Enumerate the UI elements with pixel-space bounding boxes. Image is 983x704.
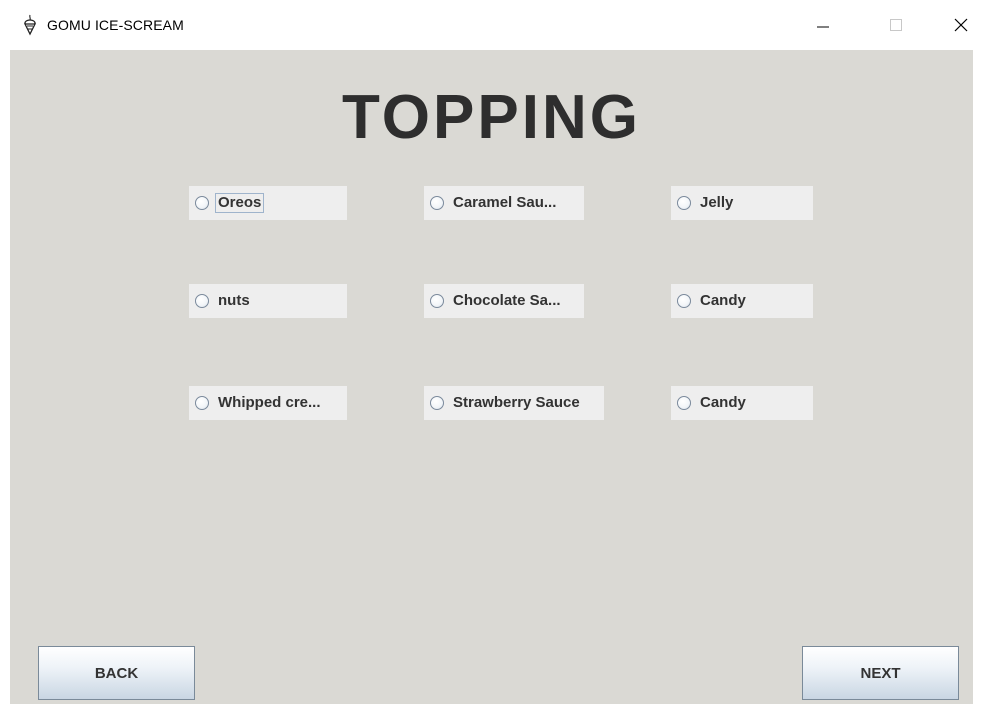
option-label: Chocolate Sa... (453, 292, 561, 309)
option-label: Whipped cre... (218, 394, 321, 411)
option-label: Caramel Sau... (453, 194, 557, 211)
back-button[interactable]: BACK (38, 646, 195, 700)
topping-option-strawberry-sauce[interactable]: Strawberry Sauce (424, 386, 604, 420)
maximize-button[interactable] (873, 0, 919, 50)
next-button[interactable]: NEXT (802, 646, 959, 700)
option-label: Candy (700, 394, 746, 411)
topping-option-oreos[interactable]: Oreos (189, 186, 347, 220)
close-button[interactable] (938, 0, 983, 50)
radio-button[interactable] (195, 294, 209, 308)
ice-cream-icon (22, 14, 38, 36)
topping-option-chocolate-sauce[interactable]: Chocolate Sa... (424, 284, 584, 318)
option-label: Candy (700, 292, 746, 309)
topping-panel: TOPPING Oreos Caramel Sau... Jelly nuts … (10, 50, 973, 704)
radio-button[interactable] (430, 294, 444, 308)
radio-button[interactable] (677, 196, 691, 210)
radio-button[interactable] (195, 396, 209, 410)
topping-option-caramel-sauce[interactable]: Caramel Sau... (424, 186, 584, 220)
topping-option-nuts[interactable]: nuts (189, 284, 347, 318)
maximize-icon (890, 19, 902, 31)
title-bar: GOMU ICE-SCREAM (0, 0, 983, 50)
topping-option-candy[interactable]: Candy (671, 284, 813, 318)
radio-button[interactable] (677, 294, 691, 308)
option-label: Oreos (215, 193, 265, 213)
option-label: Jelly (700, 194, 734, 211)
option-label: nuts (218, 292, 250, 309)
radio-button[interactable] (677, 396, 691, 410)
topping-option-whipped-cream[interactable]: Whipped cre... (189, 386, 347, 420)
minimize-button[interactable] (800, 0, 846, 50)
radio-button[interactable] (195, 196, 209, 210)
page-title: TOPPING (342, 83, 641, 152)
radio-button[interactable] (430, 396, 444, 410)
topping-option-jelly[interactable]: Jelly (671, 186, 813, 220)
topping-option-candy-2[interactable]: Candy (671, 386, 813, 420)
radio-button[interactable] (430, 196, 444, 210)
window-title: GOMU ICE-SCREAM (47, 17, 184, 33)
minimize-icon (817, 26, 829, 28)
close-icon (954, 18, 968, 32)
option-label: Strawberry Sauce (453, 394, 580, 411)
